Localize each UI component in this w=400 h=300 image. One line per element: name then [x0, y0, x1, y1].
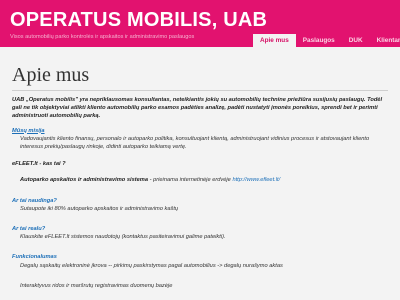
real-text: Klauskite eFLEET.lt sistemos naudotojų (…: [20, 234, 226, 241]
mission-heading: Mūsų misija: [12, 127, 45, 134]
nav-item-apie-mus[interactable]: Apie mus: [253, 34, 296, 47]
nav-item-klientams[interactable]: Klientams: [370, 34, 400, 47]
functionality-item: Degalų sąskaitų elektroninė įkrova -- pi…: [20, 262, 283, 269]
real-heading: Ar tai realu?: [12, 226, 46, 233]
product-heading: eFLEET.lt - kas tai ?: [12, 161, 66, 168]
nav-item-duk[interactable]: DUK: [342, 34, 370, 47]
product-link[interactable]: http://www.efleet.lt/: [232, 177, 280, 183]
savings-heading: Ar tai naudinga?: [12, 197, 57, 204]
page-title: Apie mus: [12, 64, 90, 86]
site-tagline: Visos automobilių parko kontrolės ir aps…: [10, 34, 195, 40]
product-availability-text: - prieinama internetinėje erdvėje: [148, 177, 233, 184]
savings-text: Sutaupote iki 80% autoparko apskaitos ir…: [20, 205, 179, 212]
mission-text: Vadovaujantis kliento finansų, personalo…: [20, 135, 370, 151]
functionality-item: Interaktyvus ridos ir maršrutų registrav…: [20, 282, 173, 289]
page-content: UAB „Operatus mobilis" yra nepriklausoma…: [12, 96, 388, 299]
site-title[interactable]: OPERATUS MOBILIS, UAB: [10, 9, 267, 32]
main-nav: Apie mus Paslaugos DUK Klientams: [253, 34, 400, 47]
product-name: Autoparko apskaitos ir administravimo si…: [20, 177, 149, 184]
intro-paragraph: UAB „Operatus mobilis" yra nepriklausoma…: [12, 97, 383, 120]
functionality-heading: Funkcionalumas: [12, 254, 57, 261]
site-header: OPERATUS MOBILIS, UAB Visos automobilių …: [0, 0, 400, 47]
product-line: Autoparko apskaitos ir administravimo si…: [20, 176, 388, 184]
nav-item-paslaugos[interactable]: Paslaugos: [296, 34, 342, 47]
title-divider: [12, 90, 388, 91]
